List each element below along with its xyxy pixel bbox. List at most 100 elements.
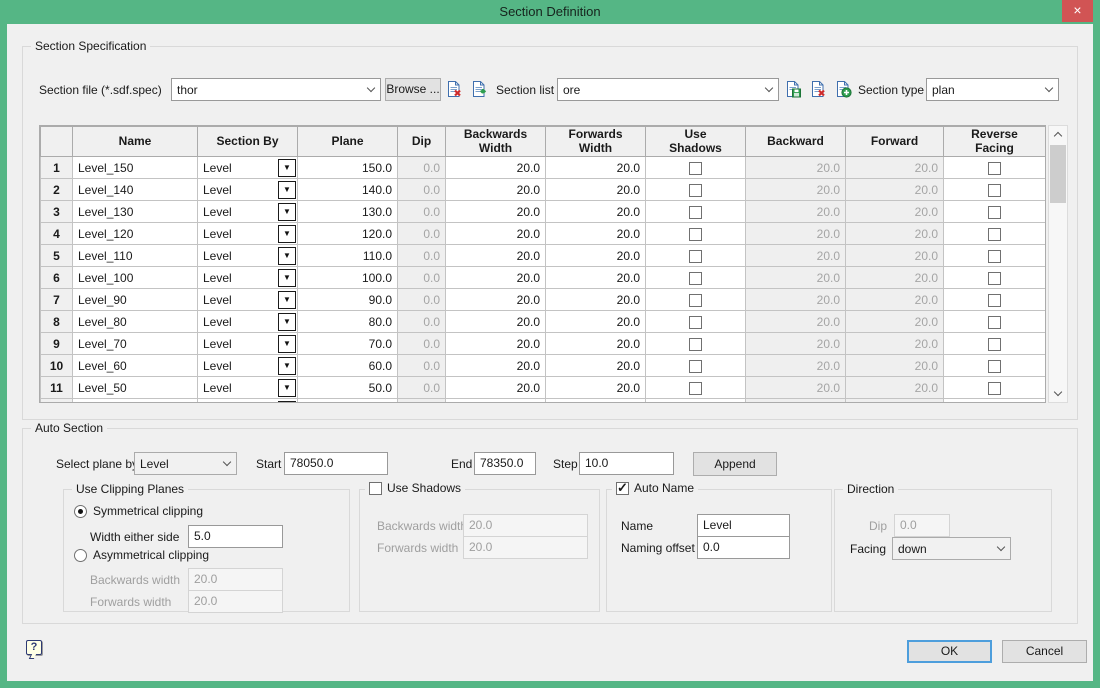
append-button[interactable]: Append [693,452,777,476]
backwards-width-cell[interactable]: 20.0 [446,267,546,289]
checkbox-icon[interactable] [988,360,1001,373]
backwards-width-cell[interactable]: 20.0 [446,201,546,223]
use-shadows-cell[interactable] [646,311,746,333]
load-section-file-icon[interactable] [470,80,488,98]
name-cell[interactable]: Level_50 [73,377,198,399]
save-section-list-icon[interactable] [784,80,802,98]
checkbox-icon[interactable] [988,206,1001,219]
plane-cell[interactable]: 90.0 [298,289,398,311]
forwards-width-cell[interactable]: 20.0 [546,245,646,267]
chevron-down-icon[interactable] [991,538,1010,559]
checkbox-icon[interactable] [689,316,702,329]
scroll-up-icon[interactable] [1049,126,1067,143]
section-by-dropdown-button[interactable]: ▼ [278,247,296,265]
plane-cell[interactable]: 80.0 [298,311,398,333]
backwards-width-cell[interactable]: 20.0 [446,333,546,355]
name-cell[interactable]: Level_100 [73,267,198,289]
use-shadows-cell[interactable] [646,223,746,245]
reverse-facing-cell[interactable] [944,333,1046,355]
plane-cell[interactable]: 150.0 [298,157,398,179]
checkbox-icon[interactable] [689,272,702,285]
chevron-down-icon[interactable] [361,79,380,100]
name-cell[interactable]: Level_150 [73,157,198,179]
section-by-dropdown-button[interactable]: ▼ [278,225,296,243]
symmetrical-clipping-radio[interactable]: Symmetrical clipping [74,504,203,518]
section-by-cell[interactable]: Level▼ [198,245,298,267]
checkbox-icon[interactable] [988,228,1001,241]
section-list-combobox[interactable]: ore [557,78,779,101]
use-shadows-cell[interactable] [646,399,746,404]
use-shadows-cell[interactable] [646,201,746,223]
asymmetrical-clipping-radio[interactable]: Asymmetrical clipping [74,548,209,562]
use-shadows-cell[interactable] [646,267,746,289]
facing-combobox[interactable]: down [892,537,1011,560]
checkbox-icon[interactable] [616,482,629,495]
section-by-dropdown-button[interactable]: ▼ [278,401,296,404]
use-shadows-cell[interactable] [646,333,746,355]
forwards-width-cell[interactable]: 20.0 [546,223,646,245]
plane-cell[interactable]: 140.0 [298,179,398,201]
name-cell[interactable]: Level_70 [73,333,198,355]
forwards-width-cell[interactable]: 20.0 [546,355,646,377]
forwards-width-cell[interactable]: 20.0 [546,267,646,289]
forwards-width-cell[interactable]: 20.0 [546,157,646,179]
reverse-facing-cell[interactable] [944,399,1046,404]
backwards-width-cell[interactable]: 20.0 [446,311,546,333]
backwards-width-cell[interactable]: 20.0 [446,179,546,201]
backwards-width-cell[interactable]: 20.0 [446,289,546,311]
plane-cell[interactable] [298,399,398,404]
section-by-cell[interactable]: Level▼ [198,267,298,289]
reverse-facing-cell[interactable] [944,355,1046,377]
forwards-width-cell[interactable]: 20.0 [546,311,646,333]
checkbox-icon[interactable] [988,382,1001,395]
section-by-cell[interactable]: Level▼ [198,201,298,223]
checkbox-icon[interactable] [988,272,1001,285]
name-cell[interactable] [73,399,198,404]
backwards-width-cell[interactable]: 20.0 [446,245,546,267]
name-cell[interactable]: Level_90 [73,289,198,311]
backwards-width-cell[interactable]: 20.0 [446,157,546,179]
plane-cell[interactable]: 120.0 [298,223,398,245]
reverse-facing-cell[interactable] [944,223,1046,245]
section-by-cell[interactable]: ▼ [198,399,298,404]
plane-cell[interactable]: 50.0 [298,377,398,399]
scrollbar-thumb[interactable] [1050,145,1066,203]
checkbox-icon[interactable] [689,294,702,307]
section-by-cell[interactable]: Level▼ [198,333,298,355]
reverse-facing-cell[interactable] [944,267,1046,289]
forwards-width-cell[interactable]: 20.0 [546,289,646,311]
chevron-down-icon[interactable] [1039,79,1058,100]
reverse-facing-cell[interactable] [944,311,1046,333]
plane-cell[interactable]: 110.0 [298,245,398,267]
name-cell[interactable]: Level_120 [73,223,198,245]
naming-offset-input[interactable]: 0.0 [697,536,790,559]
name-cell[interactable]: Level_140 [73,179,198,201]
backwards-width-cell[interactable]: 20.0 [446,377,546,399]
section-by-dropdown-button[interactable]: ▼ [278,269,296,287]
reverse-facing-cell[interactable] [944,245,1046,267]
backwards-width-cell[interactable] [446,399,546,404]
remove-section-file-icon[interactable] [445,80,463,98]
chevron-down-icon[interactable] [217,453,236,474]
section-by-cell[interactable]: Level▼ [198,377,298,399]
use-shadows-cell[interactable] [646,355,746,377]
section-by-dropdown-button[interactable]: ▼ [278,357,296,375]
section-by-dropdown-button[interactable]: ▼ [278,335,296,353]
new-section-list-icon[interactable] [834,80,852,98]
section-by-dropdown-button[interactable]: ▼ [278,291,296,309]
width-either-side-input[interactable]: 5.0 [188,525,283,548]
checkbox-icon[interactable] [988,184,1001,197]
use-shadows-cell[interactable] [646,179,746,201]
name-cell[interactable]: Level_130 [73,201,198,223]
radio-icon[interactable] [74,505,87,518]
section-by-cell[interactable]: Level▼ [198,179,298,201]
checkbox-icon[interactable] [689,206,702,219]
forwards-width-cell[interactable]: 20.0 [546,201,646,223]
checkbox-icon[interactable] [689,360,702,373]
checkbox-icon[interactable] [988,316,1001,329]
section-by-cell[interactable]: Level▼ [198,311,298,333]
use-shadows-cell[interactable] [646,289,746,311]
reverse-facing-cell[interactable] [944,201,1046,223]
table-scrollbar[interactable] [1048,125,1068,403]
forwards-width-cell[interactable] [546,399,646,404]
